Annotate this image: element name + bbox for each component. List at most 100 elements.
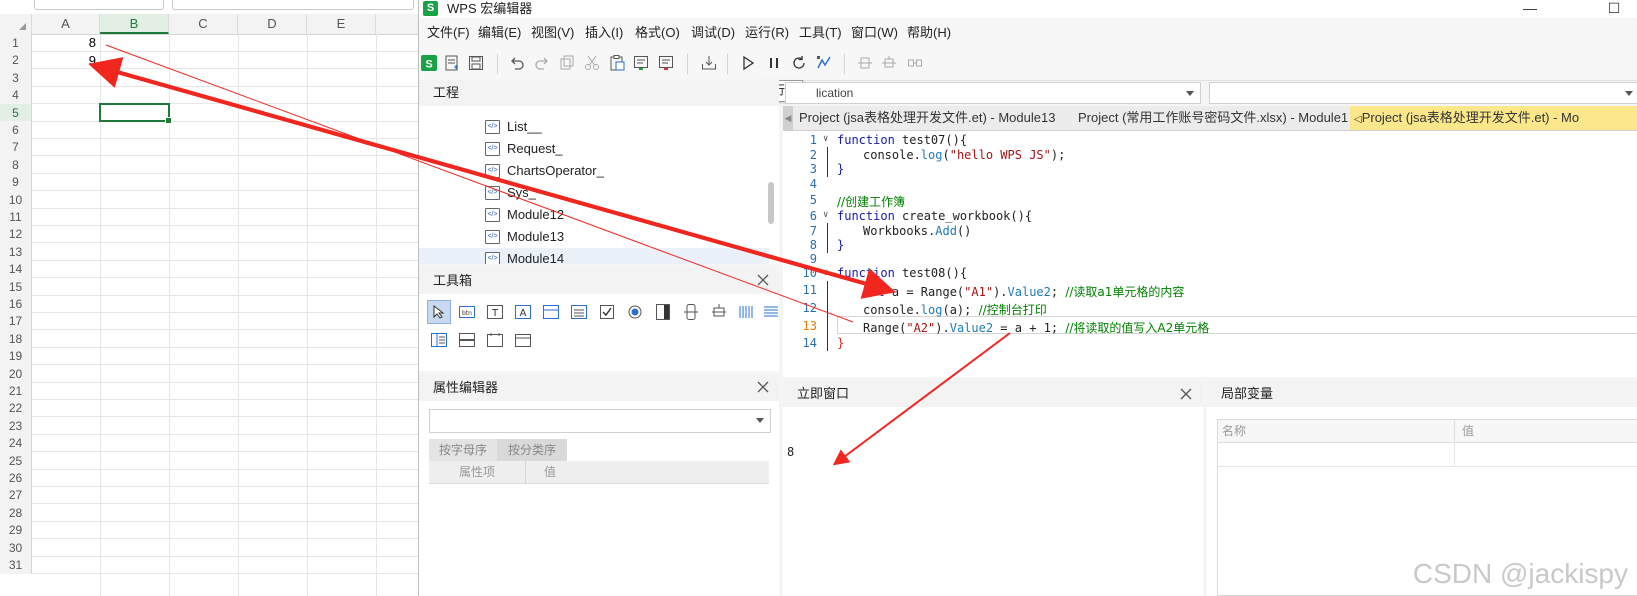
menu-edit[interactable]: 编辑(E) [478, 22, 521, 44]
close-icon[interactable] [1179, 387, 1193, 401]
row-header-9[interactable]: 9 [0, 173, 32, 192]
row-header-1[interactable]: 1 [0, 34, 32, 52]
minimize-button[interactable]: — [1515, 0, 1545, 18]
image-tool-icon[interactable] [427, 328, 451, 352]
close-icon[interactable] [756, 380, 770, 394]
maximize-button[interactable]: ☐ [1599, 0, 1629, 18]
new-module-icon[interactable] [442, 53, 462, 73]
row-header-24[interactable]: 24 [0, 434, 32, 453]
tree-item-module14[interactable]: </> Module14 [419, 248, 769, 264]
tab-module1[interactable]: Project (常用工作账号密码文件.xlsx) - Module1 [1078, 106, 1348, 130]
row-header-28[interactable]: 28 [0, 503, 32, 522]
undo-icon[interactable] [507, 53, 527, 73]
step-over-icon[interactable] [879, 53, 899, 73]
multipage-tool-icon[interactable] [763, 300, 779, 324]
tree-item-list[interactable]: </> List__ [485, 116, 542, 138]
row-header-18[interactable]: 18 [0, 329, 32, 348]
tab-scroll-left-icon[interactable]: ◀ [783, 106, 793, 130]
row-header-25[interactable]: 25 [0, 451, 32, 470]
save-icon[interactable] [466, 53, 486, 73]
comment-block-icon[interactable] [631, 53, 651, 73]
menu-file[interactable]: 文件(F) [427, 22, 470, 44]
row-header-10[interactable]: 10 [0, 190, 32, 209]
row-header-22[interactable]: 22 [0, 399, 32, 418]
menu-help[interactable]: 帮助(H) [907, 22, 951, 44]
column-header-a[interactable]: A [32, 14, 100, 34]
redo-icon[interactable] [532, 53, 552, 73]
row-header-15[interactable]: 15 [0, 277, 32, 296]
project-scrollbar[interactable] [768, 182, 774, 224]
frame-tool-icon[interactable] [707, 300, 731, 324]
copy-icon[interactable] [557, 53, 577, 73]
row-header-14[interactable]: 14 [0, 260, 32, 279]
object-combo[interactable]: lication [785, 82, 1201, 104]
row-header-2[interactable]: 2 [0, 51, 32, 70]
row-header-3[interactable]: 3 [0, 68, 32, 87]
row-header-20[interactable]: 20 [0, 364, 32, 383]
tab-categorized[interactable]: 按分类序 [497, 439, 567, 461]
design-mode-icon[interactable] [814, 53, 834, 73]
tabstrip-tool-icon[interactable] [735, 300, 759, 324]
import-icon[interactable] [699, 53, 719, 73]
tree-item-chartsoperator[interactable]: </> ChartsOperator_ [485, 160, 604, 182]
close-icon[interactable] [756, 273, 770, 287]
row-header-30[interactable]: 30 [0, 538, 32, 557]
row-header-26[interactable]: 26 [0, 469, 32, 487]
uncomment-block-icon[interactable] [656, 53, 676, 73]
procedure-combo[interactable] [1209, 82, 1637, 104]
cell-a1[interactable]: 8 [32, 34, 100, 52]
column-header-c[interactable]: C [169, 14, 238, 34]
reset-icon[interactable] [789, 53, 809, 73]
button-tool-icon[interactable]: btn [455, 300, 479, 324]
row-header-23[interactable]: 23 [0, 416, 32, 435]
wps-logo-icon[interactable]: S [419, 53, 439, 73]
tree-item-sys[interactable]: </> Sys_ [485, 182, 536, 204]
row-header-11[interactable]: 11 [0, 208, 32, 226]
combobox-tool-icon[interactable] [539, 300, 563, 324]
immediate-window[interactable]: 立即窗口 8 [783, 381, 1203, 596]
name-box[interactable] [34, 0, 164, 10]
date-tool-icon[interactable] [483, 328, 507, 352]
tab-alphabetic[interactable]: 按字母序 [429, 439, 497, 461]
select-all-corner[interactable] [0, 14, 32, 34]
tree-item-request[interactable]: </> Request_ [485, 138, 563, 160]
menu-format[interactable]: 格式(O) [635, 22, 680, 44]
column-header-b[interactable]: B [100, 14, 169, 34]
menu-window[interactable]: 窗口(W) [851, 22, 898, 44]
row-header-13[interactable]: 13 [0, 242, 32, 261]
step-out-icon[interactable] [905, 53, 925, 73]
cell-a2[interactable]: 9 [32, 52, 100, 70]
row-header-29[interactable]: 29 [0, 521, 32, 540]
code-editor[interactable]: 1 2 3 4 5 6 7 8 9 10 11 12 13 14 ∨ ∨ ∨ function test0… [783, 131, 1637, 377]
scrollbar-tool-icon[interactable] [651, 300, 675, 324]
row-header-12[interactable]: 12 [0, 225, 32, 244]
cut-icon[interactable] [582, 53, 602, 73]
radio-tool-icon[interactable] [623, 300, 647, 324]
row-header-21[interactable]: 21 [0, 382, 32, 400]
tree-item-module13[interactable]: </> Module13 [485, 226, 564, 248]
spin-tool-icon[interactable] [679, 300, 703, 324]
row-header-31[interactable]: 31 [0, 556, 32, 574]
tab-active-module[interactable]: ◁Project (jsa表格处理开发文件.et) - Mo [1350, 106, 1637, 130]
menu-tools[interactable]: 工具(T) [799, 22, 842, 44]
pointer-tool-icon[interactable] [427, 300, 451, 324]
calendar-tool-icon[interactable] [511, 328, 535, 352]
checkbox-tool-icon[interactable] [595, 300, 619, 324]
refedit-tool-icon[interactable] [455, 328, 479, 352]
row-header-19[interactable]: 19 [0, 347, 32, 366]
column-header-e[interactable]: E [307, 14, 376, 34]
object-selector-dropdown[interactable] [429, 409, 771, 433]
paste-icon[interactable] [607, 53, 627, 73]
menu-debug[interactable]: 调试(D) [691, 22, 735, 44]
row-header-5[interactable]: 5 [0, 103, 32, 122]
row-header-27[interactable]: 27 [0, 486, 32, 505]
toggle-breakpoint-icon[interactable] [855, 53, 875, 73]
selected-cell-b5[interactable] [99, 103, 172, 124]
label-tool-icon[interactable]: T [483, 300, 507, 324]
menu-view[interactable]: 视图(V) [531, 22, 574, 44]
row-header-17[interactable]: 17 [0, 312, 32, 331]
tab-module13[interactable]: Project (jsa表格处理开发文件.et) - Module13 [799, 106, 1055, 130]
tree-item-module12[interactable]: </> Module12 [485, 204, 564, 226]
run-macro-icon[interactable] [738, 53, 758, 73]
listbox-tool-icon[interactable] [567, 300, 591, 324]
